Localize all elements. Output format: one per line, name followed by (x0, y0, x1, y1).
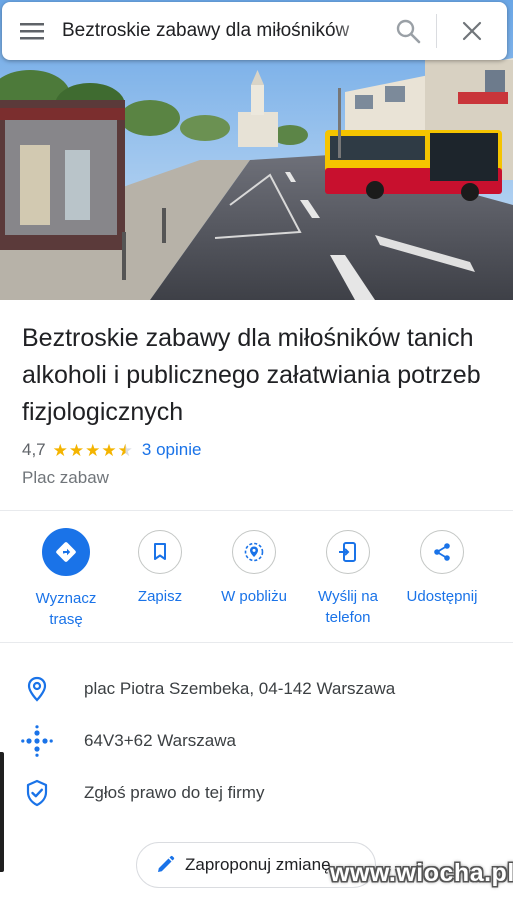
share-icon (434, 543, 450, 561)
divider (0, 510, 513, 511)
info-icon-cell (0, 779, 84, 807)
address-row[interactable]: plac Piotra Szembeka, 04-142 Warszawa (0, 674, 513, 704)
save-button[interactable]: Zapisz (112, 530, 208, 607)
divider (0, 642, 513, 643)
close-button[interactable] (437, 2, 507, 60)
search-icon (396, 19, 421, 44)
rating-row: 4,7 ★ ★ ★ ★ ★ 3 opinie (22, 440, 201, 460)
star-icon: ★ (68, 440, 85, 460)
watermark: www.wiocha.pl (330, 859, 513, 887)
info-icon-cell (0, 676, 84, 702)
address-text: plac Piotra Szembeka, 04-142 Warszawa (84, 679, 396, 698)
pencil-icon (158, 855, 175, 872)
half-star-icon: ★ (117, 440, 133, 460)
place-title: Beztroskie zabawy dla miłośników tanich … (22, 324, 481, 426)
send-to-phone-icon (339, 542, 356, 562)
place-category: Plac zabaw (22, 468, 109, 487)
claim-business-row[interactable]: Zgłoś prawo do tej firmy (0, 778, 513, 808)
info-icon-cell (0, 725, 84, 757)
share-label: Udostępnij (406, 588, 478, 605)
star-rating: ★ ★ ★ ★ ★ (53, 442, 134, 459)
search-button[interactable] (380, 2, 436, 60)
star-icon: ★ (52, 440, 68, 460)
bookmark-icon (154, 543, 166, 560)
claim-business-text: Zgłoś prawo do tej firmy (84, 783, 265, 802)
star-icon: ★ (101, 440, 117, 460)
star-icon: ★ (85, 440, 101, 460)
menu-button[interactable] (2, 2, 62, 60)
plus-code-row[interactable]: 64V3+62 Warszawa (0, 725, 513, 757)
location-pin-icon (27, 676, 47, 702)
rating-value: 4,7 (22, 440, 46, 459)
plus-code-icon (21, 725, 53, 757)
scroll-edge (0, 752, 4, 872)
close-icon (462, 21, 482, 41)
directions-label: Wyznacz trasę (35, 590, 97, 628)
send-to-phone-label: Wyślij na telefon (318, 588, 378, 626)
directions-button[interactable]: Wyznacz trasę (18, 528, 114, 630)
verified-shield-icon (26, 779, 48, 807)
send-to-phone-button[interactable]: Wyślij na telefon (300, 530, 396, 628)
action-buttons: Wyznacz trasę Zapisz W pobliżu Wyślij na… (0, 528, 513, 630)
save-label: Zapisz (137, 588, 183, 605)
share-circle (420, 530, 464, 574)
nearby-label: W pobliżu (221, 588, 287, 605)
save-circle (138, 530, 182, 574)
suggest-edit-label: Zaproponuj zmianę (185, 855, 331, 874)
share-button[interactable]: Udostępnij (394, 530, 490, 607)
nearby-circle (232, 530, 276, 574)
reviews-link[interactable]: 3 opinie (142, 440, 202, 460)
directions-circle (42, 528, 90, 576)
directions-icon (56, 542, 76, 562)
search-input[interactable]: Beztroskie zabawy dla miłośników (62, 20, 380, 42)
search-bar[interactable]: Beztroskie zabawy dla miłośników (2, 2, 507, 60)
hamburger-menu-icon (20, 23, 44, 40)
send-to-phone-circle (326, 530, 370, 574)
plus-code-text: 64V3+62 Warszawa (84, 731, 236, 750)
nearby-button[interactable]: W pobliżu (206, 530, 302, 607)
nearby-icon (244, 542, 264, 562)
